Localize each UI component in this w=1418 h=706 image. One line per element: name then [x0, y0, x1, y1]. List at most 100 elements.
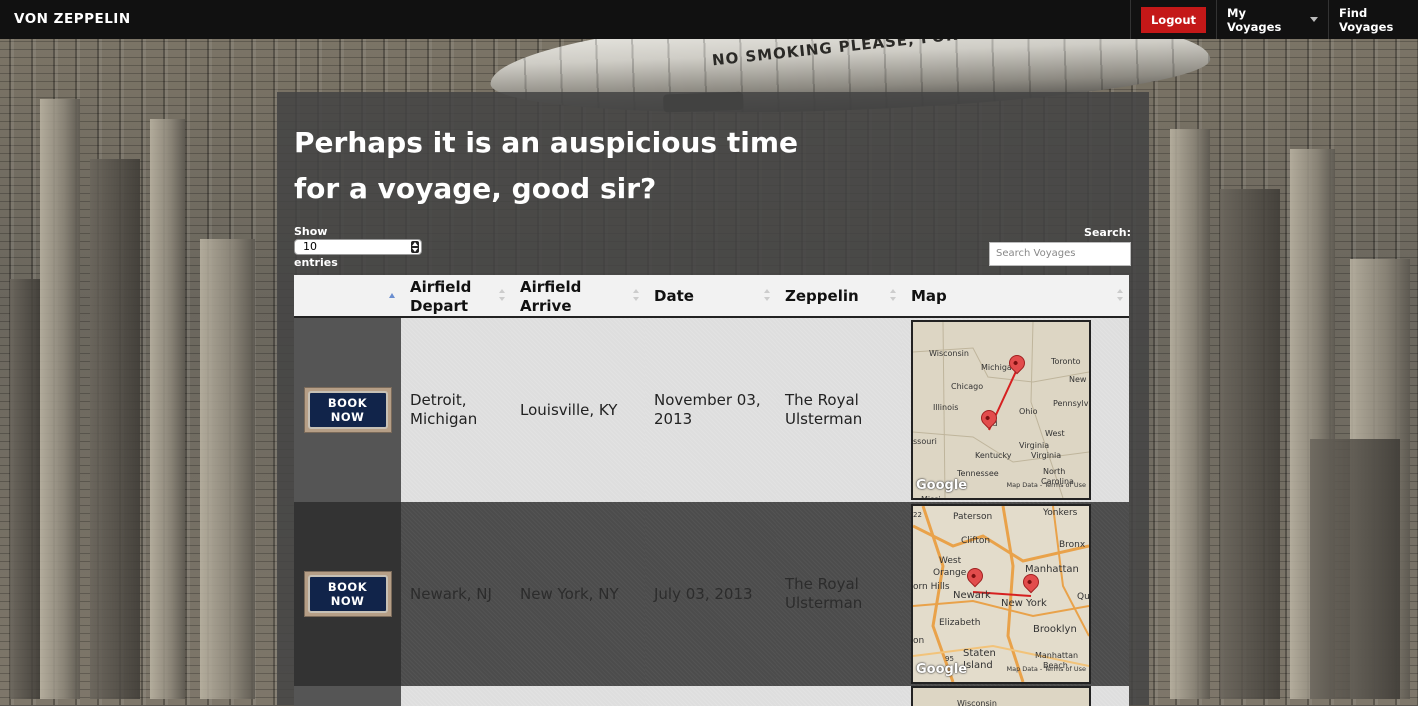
map-label: Qu [1077, 592, 1090, 602]
background-building [40, 99, 80, 699]
table-header: Airfield Depart Airfield Arrive Date Zep… [294, 275, 1129, 318]
find-voyages-link[interactable]: Find Voyages [1328, 0, 1418, 39]
search-label: Search: [1084, 226, 1131, 239]
map-label: orn Hills [913, 582, 950, 592]
map-label: Ohio [1019, 407, 1038, 416]
map-label: New York [1001, 598, 1047, 609]
table-row: BOOK NOW Detroit, Michigan Louisville, K… [294, 318, 1129, 502]
map-cell: Wisconsin Michigan Toronto Chicago New I… [902, 318, 1129, 502]
select-arrows-icon [411, 241, 419, 253]
map-data-link[interactable]: Map Data [1007, 481, 1038, 489]
my-voyages-dropdown[interactable]: My Voyages [1216, 0, 1328, 39]
table-row: Wisconsin [294, 686, 1129, 706]
map-label: 22 [913, 511, 922, 519]
nav-right: Logout My Voyages Find Voyages [1130, 0, 1418, 39]
map-data-link[interactable]: Map Data [1007, 665, 1038, 673]
route-map[interactable]: Wisconsin Michigan Toronto Chicago New I… [911, 320, 1091, 500]
entries-select[interactable]: 10 [294, 239, 422, 255]
background-building [200, 239, 255, 699]
arrive-cell: New York, NY [511, 502, 645, 686]
search-input[interactable] [989, 241, 1131, 266]
route-map[interactable]: Paterson Yonkers Clifton Bronx West Oran… [911, 504, 1091, 684]
column-header-map[interactable]: Map [902, 275, 1129, 316]
google-logo: Google [916, 478, 968, 493]
column-header-action[interactable] [294, 275, 401, 316]
map-label: ssouri [913, 437, 937, 446]
sort-icon [764, 289, 770, 301]
sort-icon [633, 289, 639, 301]
zeppelin-cell: The Royal Ulsterman [776, 318, 902, 502]
map-label: Newark [953, 590, 991, 601]
column-header-label: Zeppelin [785, 287, 859, 305]
column-header-date[interactable]: Date [645, 275, 776, 316]
map-label: Toronto [1051, 357, 1081, 366]
zeppelin-cell [776, 686, 902, 706]
depart-cell: Detroit, Michigan [401, 318, 511, 502]
column-header-label: Airfield Depart [410, 277, 472, 315]
zeppelin-cell: The Royal Ulsterman [776, 502, 902, 686]
chevron-down-icon [1310, 17, 1318, 22]
show-label: Show [294, 225, 328, 238]
arrive-cell [511, 686, 645, 706]
entries-label: entries [294, 256, 338, 269]
map-label: Bronx [1059, 540, 1086, 550]
top-navbar: VON ZEPPELIN Logout My Voyages Find Voya… [0, 0, 1418, 39]
map-label: Yonkers [1043, 508, 1078, 518]
route-map[interactable]: Wisconsin [911, 686, 1091, 706]
book-now-label: BOOK NOW [307, 575, 388, 613]
column-header-airfield-depart[interactable]: Airfield Depart [401, 275, 511, 316]
map-label: Island [963, 660, 993, 671]
map-label: Kentucky [975, 451, 1012, 460]
background-building [10, 279, 40, 699]
voyages-table: Airfield Depart Airfield Arrive Date Zep… [294, 275, 1129, 706]
map-label: Brooklyn [1033, 624, 1077, 635]
sort-asc-icon [389, 289, 395, 301]
table-row: BOOK NOW Newark, NJ New York, NY July 03… [294, 502, 1129, 686]
map-attribution: Map Data - Terms of Use [1006, 665, 1086, 673]
map-label: Clifton [961, 536, 991, 546]
book-now-label: BOOK NOW [307, 391, 388, 429]
column-header-label: Airfield Arrive [520, 277, 582, 315]
logout-button[interactable]: Logout [1130, 0, 1216, 39]
background-building [90, 159, 140, 699]
map-label: Chicago [951, 382, 984, 391]
background-building [150, 119, 185, 699]
find-voyages-label: Find Voyages [1339, 5, 1394, 34]
terms-of-use-link[interactable]: Terms of Use [1044, 481, 1086, 489]
entries-length-control: Show 10 entries [294, 225, 422, 269]
map-attribution: Map Data - Terms of Use [1006, 481, 1086, 489]
google-logo: Google [916, 662, 968, 677]
logout-label: Logout [1140, 6, 1207, 33]
background-building [1170, 129, 1210, 699]
column-header-airfield-arrive[interactable]: Airfield Arrive [511, 275, 645, 316]
voyages-panel: Perhaps it is an auspicious time for a v… [277, 92, 1149, 706]
map-label: Illinois [933, 403, 959, 412]
sort-icon [1117, 289, 1123, 301]
book-now-button[interactable]: BOOK NOW [303, 571, 392, 617]
map-label: Pennsylvar [1053, 399, 1089, 408]
sort-icon [499, 289, 505, 301]
date-cell [645, 686, 776, 706]
action-cell: BOOK NOW [294, 318, 401, 502]
sort-icon [890, 289, 896, 301]
column-header-label: Map [911, 287, 947, 305]
arrive-cell: Louisville, KY [511, 318, 645, 502]
page-title: Perhaps it is an auspicious time for a v… [294, 126, 798, 205]
map-label: Elizabeth [939, 618, 981, 628]
map-cell: Wisconsin [902, 686, 1129, 706]
entries-select-value: 10 [303, 240, 317, 253]
column-header-label: Date [654, 287, 694, 305]
terms-of-use-link[interactable]: Terms of Use [1044, 665, 1086, 673]
search-control: Search: [989, 226, 1131, 266]
book-now-button[interactable]: BOOK NOW [303, 387, 392, 433]
brand-logo[interactable]: VON ZEPPELIN [14, 11, 131, 27]
background-building [1220, 189, 1280, 699]
background-building [1310, 439, 1400, 699]
date-cell: July 03, 2013 [645, 502, 776, 686]
column-header-zeppelin[interactable]: Zeppelin [776, 275, 902, 316]
action-cell: BOOK NOW [294, 502, 401, 686]
depart-cell [401, 686, 511, 706]
date-cell: November 03, 2013 [645, 318, 776, 502]
map-label: on [913, 636, 925, 646]
map-label: Paterson [953, 512, 993, 522]
